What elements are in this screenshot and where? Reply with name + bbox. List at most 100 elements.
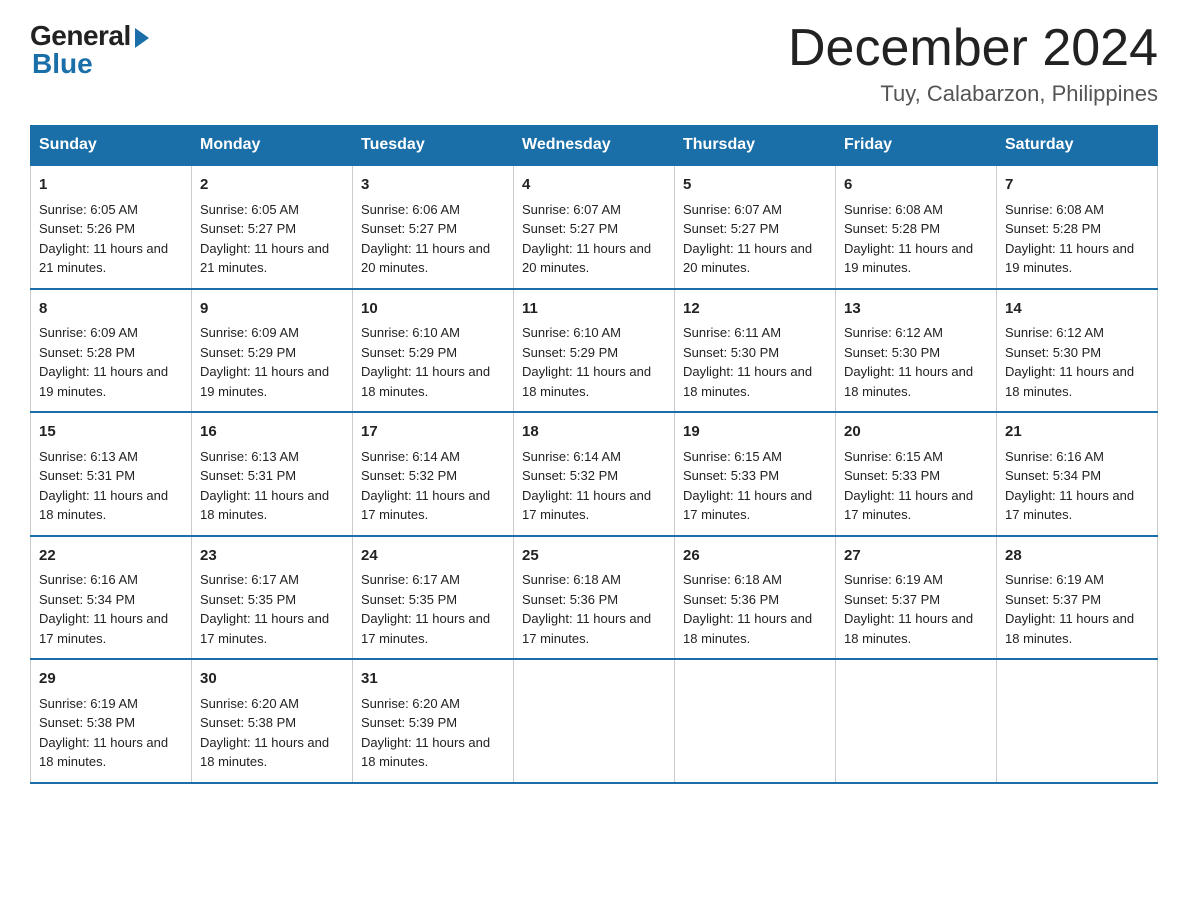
calendar-cell: 11Sunrise: 6:10 AMSunset: 5:29 PMDayligh… — [514, 289, 675, 413]
calendar-cell: 5Sunrise: 6:07 AMSunset: 5:27 PMDaylight… — [675, 165, 836, 289]
daylight-text: Daylight: 11 hours and 19 minutes. — [39, 364, 168, 399]
calendar-cell: 7Sunrise: 6:08 AMSunset: 5:28 PMDaylight… — [997, 165, 1158, 289]
location-subtitle: Tuy, Calabarzon, Philippines — [788, 81, 1158, 107]
sunset-text: Sunset: 5:30 PM — [844, 345, 940, 360]
daylight-text: Daylight: 11 hours and 18 minutes. — [844, 364, 973, 399]
calendar-cell: 24Sunrise: 6:17 AMSunset: 5:35 PMDayligh… — [353, 536, 514, 660]
sunset-text: Sunset: 5:38 PM — [39, 715, 135, 730]
calendar-cell: 28Sunrise: 6:19 AMSunset: 5:37 PMDayligh… — [997, 536, 1158, 660]
calendar-cell: 22Sunrise: 6:16 AMSunset: 5:34 PMDayligh… — [31, 536, 192, 660]
calendar-week-row: 1 Sunrise: 6:05 AM Sunset: 5:26 PM Daylight… — [31, 165, 1158, 289]
sunrise-text: Sunrise: 6:10 AM — [522, 325, 621, 340]
sunrise-text: Sunrise: 6:16 AM — [1005, 449, 1104, 464]
sunset-text: Sunset: 5:27 PM — [361, 221, 457, 236]
daylight-text: Daylight: 11 hours and 18 minutes. — [39, 488, 168, 523]
sunset-text: Sunset: 5:32 PM — [522, 468, 618, 483]
calendar-week-row: 29Sunrise: 6:19 AMSunset: 5:38 PMDayligh… — [31, 659, 1158, 783]
calendar-cell: 3Sunrise: 6:06 AMSunset: 5:27 PMDaylight… — [353, 165, 514, 289]
daylight-text: Daylight: 11 hours and 18 minutes. — [844, 611, 973, 646]
calendar-cell: 19Sunrise: 6:15 AMSunset: 5:33 PMDayligh… — [675, 412, 836, 536]
sunrise-text: Sunrise: 6:05 AM — [39, 202, 138, 217]
sunset-text: Sunset: 5:38 PM — [200, 715, 296, 730]
calendar-cell: 15Sunrise: 6:13 AMSunset: 5:31 PMDayligh… — [31, 412, 192, 536]
column-header-tuesday: Tuesday — [353, 126, 514, 166]
sunset-text: Sunset: 5:31 PM — [200, 468, 296, 483]
sunrise-text: Sunrise: 6:15 AM — [844, 449, 943, 464]
sunset-text: Sunset: 5:37 PM — [1005, 592, 1101, 607]
sunrise-text: Sunrise: 6:13 AM — [39, 449, 138, 464]
calendar-cell: 18Sunrise: 6:14 AMSunset: 5:32 PMDayligh… — [514, 412, 675, 536]
sunset-text: Sunset: 5:26 PM — [39, 221, 135, 236]
sunset-text: Sunset: 5:27 PM — [200, 221, 296, 236]
calendar-cell: 16Sunrise: 6:13 AMSunset: 5:31 PMDayligh… — [192, 412, 353, 536]
sunset-text: Sunset: 5:28 PM — [844, 221, 940, 236]
daylight-text: Daylight: 11 hours and 17 minutes. — [361, 488, 490, 523]
daylight-text: Daylight: 11 hours and 17 minutes. — [522, 611, 651, 646]
calendar-cell: 9Sunrise: 6:09 AMSunset: 5:29 PMDaylight… — [192, 289, 353, 413]
sunrise-text: Sunrise: 6:05 AM — [200, 202, 299, 217]
calendar-cell: 12Sunrise: 6:11 AMSunset: 5:30 PMDayligh… — [675, 289, 836, 413]
day-number: 1 — [39, 174, 183, 197]
sunset-text: Sunset: 5:36 PM — [683, 592, 779, 607]
day-number: 10 — [361, 298, 505, 321]
page-header: General Blue December 2024 Tuy, Calabarz… — [30, 20, 1158, 107]
sunset-text: Sunset: 5:39 PM — [361, 715, 457, 730]
day-number: 30 — [200, 668, 344, 691]
sunset-text: Sunset: 5:30 PM — [683, 345, 779, 360]
daylight-text: Daylight: 11 hours and 18 minutes. — [683, 364, 812, 399]
column-header-thursday: Thursday — [675, 126, 836, 166]
daylight-text: Daylight: 11 hours and 20 minutes. — [522, 241, 651, 276]
day-number: 3 — [361, 174, 505, 197]
sunset-text: Sunset: 5:34 PM — [1005, 468, 1101, 483]
daylight-text: Daylight: 11 hours and 18 minutes. — [200, 735, 329, 770]
sunrise-text: Sunrise: 6:18 AM — [683, 572, 782, 587]
day-number: 18 — [522, 421, 666, 444]
column-header-sunday: Sunday — [31, 126, 192, 166]
daylight-text: Daylight: 11 hours and 18 minutes. — [361, 364, 490, 399]
logo-blue-text: Blue — [32, 48, 93, 80]
sunrise-text: Sunrise: 6:18 AM — [522, 572, 621, 587]
calendar-table: SundayMondayTuesdayWednesdayThursdayFrid… — [30, 125, 1158, 784]
calendar-cell — [836, 659, 997, 783]
calendar-cell: 21Sunrise: 6:16 AMSunset: 5:34 PMDayligh… — [997, 412, 1158, 536]
daylight-text: Daylight: 11 hours and 17 minutes. — [39, 611, 168, 646]
sunset-text: Sunset: 5:29 PM — [361, 345, 457, 360]
sunrise-text: Sunrise: 6:15 AM — [683, 449, 782, 464]
calendar-cell: 14Sunrise: 6:12 AMSunset: 5:30 PMDayligh… — [997, 289, 1158, 413]
daylight-text: Daylight: 11 hours and 18 minutes. — [200, 488, 329, 523]
sunset-text: Sunset: 5:35 PM — [361, 592, 457, 607]
sunrise-text: Sunrise: 6:13 AM — [200, 449, 299, 464]
sunrise-text: Sunrise: 6:08 AM — [1005, 202, 1104, 217]
column-header-saturday: Saturday — [997, 126, 1158, 166]
calendar-cell: 30Sunrise: 6:20 AMSunset: 5:38 PMDayligh… — [192, 659, 353, 783]
day-number: 14 — [1005, 298, 1149, 321]
day-number: 2 — [200, 174, 344, 197]
calendar-week-row: 8Sunrise: 6:09 AMSunset: 5:28 PMDaylight… — [31, 289, 1158, 413]
calendar-cell: 26Sunrise: 6:18 AMSunset: 5:36 PMDayligh… — [675, 536, 836, 660]
sunrise-text: Sunrise: 6:09 AM — [39, 325, 138, 340]
sunset-text: Sunset: 5:32 PM — [361, 468, 457, 483]
calendar-cell: 23Sunrise: 6:17 AMSunset: 5:35 PMDayligh… — [192, 536, 353, 660]
sunset-text: Sunset: 5:36 PM — [522, 592, 618, 607]
daylight-text: Daylight: 11 hours and 18 minutes. — [1005, 364, 1134, 399]
day-number: 31 — [361, 668, 505, 691]
day-number: 13 — [844, 298, 988, 321]
day-number: 5 — [683, 174, 827, 197]
sunrise-text: Sunrise: 6:07 AM — [522, 202, 621, 217]
day-number: 20 — [844, 421, 988, 444]
sunrise-text: Sunrise: 6:17 AM — [361, 572, 460, 587]
sunset-text: Sunset: 5:35 PM — [200, 592, 296, 607]
daylight-text: Daylight: 11 hours and 18 minutes. — [522, 364, 651, 399]
daylight-text: Daylight: 11 hours and 17 minutes. — [844, 488, 973, 523]
daylight-text: Daylight: 11 hours and 18 minutes. — [683, 611, 812, 646]
column-header-friday: Friday — [836, 126, 997, 166]
daylight-text: Daylight: 11 hours and 18 minutes. — [39, 735, 168, 770]
sunset-text: Sunset: 5:33 PM — [683, 468, 779, 483]
sunrise-text: Sunrise: 6:09 AM — [200, 325, 299, 340]
sunrise-text: Sunrise: 6:12 AM — [844, 325, 943, 340]
day-number: 22 — [39, 545, 183, 568]
daylight-text: Daylight: 11 hours and 19 minutes. — [200, 364, 329, 399]
daylight-text: Daylight: 11 hours and 18 minutes. — [361, 735, 490, 770]
day-number: 7 — [1005, 174, 1149, 197]
calendar-cell: 25Sunrise: 6:18 AMSunset: 5:36 PMDayligh… — [514, 536, 675, 660]
